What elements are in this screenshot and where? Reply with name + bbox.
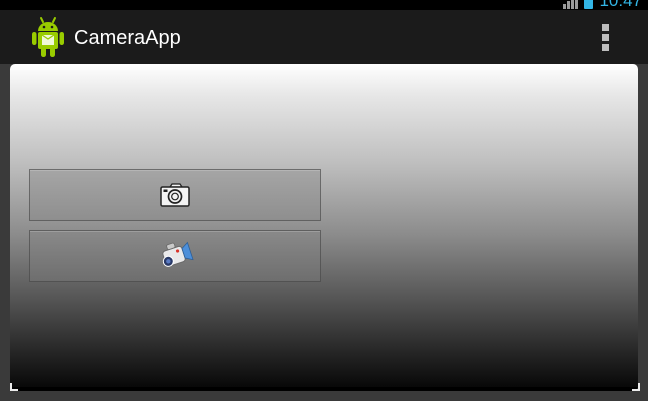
- app-screen: 10:47 CameraApp: [0, 0, 648, 401]
- overflow-menu-icon[interactable]: [594, 21, 616, 53]
- status-clock: 10:47: [599, 0, 642, 10]
- battery-icon: [584, 0, 594, 9]
- frame-corner-left: [10, 383, 18, 391]
- camera-icon: [160, 183, 190, 207]
- android-robot-icon[interactable]: [30, 16, 66, 58]
- app-title: CameraApp: [74, 27, 181, 49]
- status-bar: 10:47: [0, 0, 648, 10]
- signal-icon: [563, 0, 579, 9]
- status-indicators: 10:47: [563, 0, 642, 10]
- frame-corner-right: [632, 383, 640, 391]
- video-camera-icon: [162, 241, 194, 267]
- content-panel: [10, 64, 638, 391]
- action-bar: CameraApp: [0, 10, 648, 64]
- content-area: [0, 64, 648, 401]
- record-video-button[interactable]: [29, 230, 321, 282]
- take-photo-button[interactable]: [29, 169, 321, 221]
